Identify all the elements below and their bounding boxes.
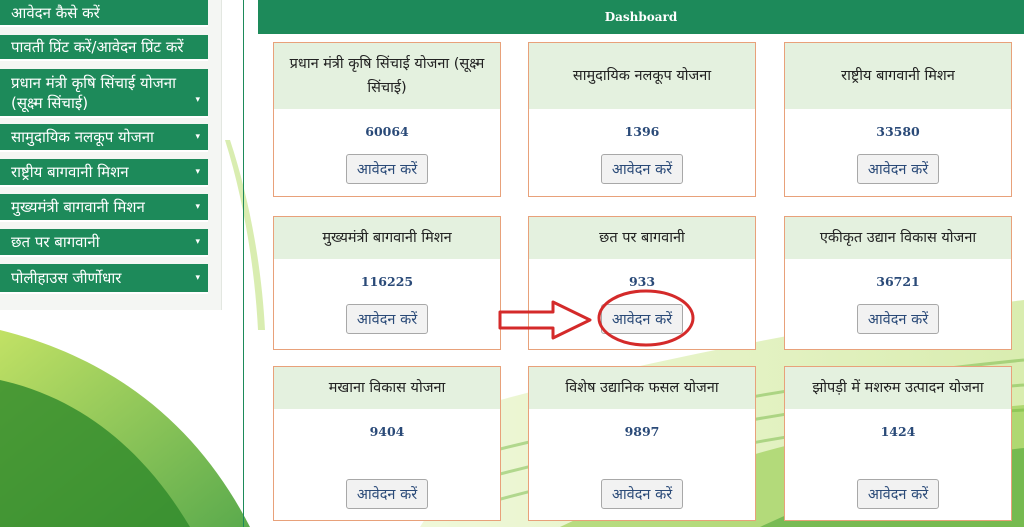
sidebar-item-rashtriya-bagwani[interactable]: राष्ट्रीय बागवानी मिशन ▾ — [0, 159, 208, 187]
apply-button[interactable]: आवेदन करें — [346, 154, 428, 184]
apply-button[interactable]: आवेदन करें — [857, 304, 939, 334]
card-title: झोपड़ी में मशरुम उत्पादन योजना — [785, 367, 1011, 409]
card-title: सामुदायिक नलकूप योजना — [529, 43, 755, 109]
sidebar-item-label: प्रधान मंत्री कृषि सिंचाई योजना (सूक्ष्म… — [11, 73, 176, 112]
application-count: 1424 — [880, 424, 916, 439]
sidebar-item-label: सामुदायिक नलकूप योजना — [11, 128, 154, 146]
apply-button[interactable]: आवेदन करें — [346, 304, 428, 334]
sidebar-item-mukhyamantri-bagwani[interactable]: मुख्यमंत्री बागवानी मिशन ▾ — [0, 194, 208, 222]
card-title: प्रधान मंत्री कृषि सिंचाई योजना (सूक्ष्म… — [274, 43, 500, 109]
scheme-card: झोपड़ी में मशरुम उत्पादन योजना 1424 आवेद… — [784, 366, 1012, 521]
card-title: एकीकृत उद्यान विकास योजना — [785, 217, 1011, 259]
card-title: छत पर बागवानी — [529, 217, 755, 259]
sidebar-item-label: मुख्यमंत्री बागवानी मिशन — [11, 198, 145, 216]
chevron-down-icon: ▾ — [195, 202, 200, 212]
chevron-down-icon: ▾ — [195, 273, 200, 283]
card-title: मखाना विकास योजना — [274, 367, 500, 409]
dashboard-header: Dashboard — [258, 0, 1024, 34]
apply-button[interactable]: आवेदन करें — [601, 154, 683, 184]
sidebar-item-label: आवेदन कैसे करें — [11, 3, 100, 22]
scheme-card: सामुदायिक नलकूप योजना 1396 आवेदन करें — [528, 42, 756, 197]
sidebar: आवेदन कैसे करें पावती प्रिंट करें/आवेदन … — [0, 0, 222, 310]
apply-button[interactable]: आवेदन करें — [601, 304, 683, 334]
main-divider — [243, 0, 244, 527]
card-title: मुख्यमंत्री बागवानी मिशन — [274, 217, 500, 259]
sidebar-item-label: पावती प्रिंट करें/आवेदन प्रिंट करें — [11, 38, 184, 56]
application-count: 116225 — [360, 274, 414, 289]
scheme-card: मुख्यमंत्री बागवानी मिशन 116225 आवेदन कर… — [273, 216, 501, 350]
chevron-down-icon: ▾ — [195, 237, 200, 247]
application-count: 33580 — [876, 124, 920, 139]
application-count: 9897 — [624, 424, 660, 439]
scheme-card: विशेष उद्यानिक फसल योजना 9897 आवेदन करें — [528, 366, 756, 521]
apply-button[interactable]: आवेदन करें — [346, 479, 428, 509]
sidebar-item-how-to-apply[interactable]: आवेदन कैसे करें — [0, 0, 208, 27]
apply-button[interactable]: आवेदन करें — [601, 479, 683, 509]
scheme-card: एकीकृत उद्यान विकास योजना 36721 आवेदन कर… — [784, 216, 1012, 350]
scheme-card: छत पर बागवानी 933 आवेदन करें — [528, 216, 756, 350]
application-count: 9404 — [369, 424, 405, 439]
sidebar-item-polyhouse[interactable]: पोलीहाउस जीर्णोधार ▾ — [0, 264, 208, 294]
apply-button[interactable]: आवेदन करें — [857, 479, 939, 509]
sidebar-item-print-receipt[interactable]: पावती प्रिंट करें/आवेदन प्रिंट करें — [0, 35, 208, 61]
chevron-down-icon: ▾ — [195, 167, 200, 177]
application-count: 36721 — [876, 274, 920, 289]
application-count: 933 — [628, 274, 656, 289]
chevron-down-icon: ▾ — [195, 95, 200, 105]
scheme-card: मखाना विकास योजना 9404 आवेदन करें — [273, 366, 501, 521]
scheme-card: राष्ट्रीय बागवानी मिशन 33580 आवेदन करें — [784, 42, 1012, 197]
application-count: 60064 — [365, 124, 409, 139]
card-title: विशेष उद्यानिक फसल योजना — [529, 367, 755, 409]
sidebar-item-label: पोलीहाउस जीर्णोधार — [11, 269, 122, 287]
chevron-down-icon: ▾ — [195, 132, 200, 142]
sidebar-item-chhat-par-bagwani[interactable]: छत पर बागवानी ▾ — [0, 229, 208, 257]
dashboard-title: Dashboard — [604, 10, 678, 24]
sidebar-item-samudayik-nalkup[interactable]: सामुदायिक नलकूप योजना ▾ — [0, 124, 208, 152]
sidebar-item-label: छत पर बागवानी — [11, 233, 100, 251]
card-title: राष्ट्रीय बागवानी मिशन — [785, 43, 1011, 109]
sidebar-item-label: राष्ट्रीय बागवानी मिशन — [11, 163, 129, 181]
application-count: 1396 — [624, 124, 660, 139]
apply-button[interactable]: आवेदन करें — [857, 154, 939, 184]
sidebar-item-pm-krishi-sinchai[interactable]: प्रधान मंत्री कृषि सिंचाई योजना (सूक्ष्म… — [0, 69, 208, 118]
scheme-card: प्रधान मंत्री कृषि सिंचाई योजना (सूक्ष्म… — [273, 42, 501, 197]
